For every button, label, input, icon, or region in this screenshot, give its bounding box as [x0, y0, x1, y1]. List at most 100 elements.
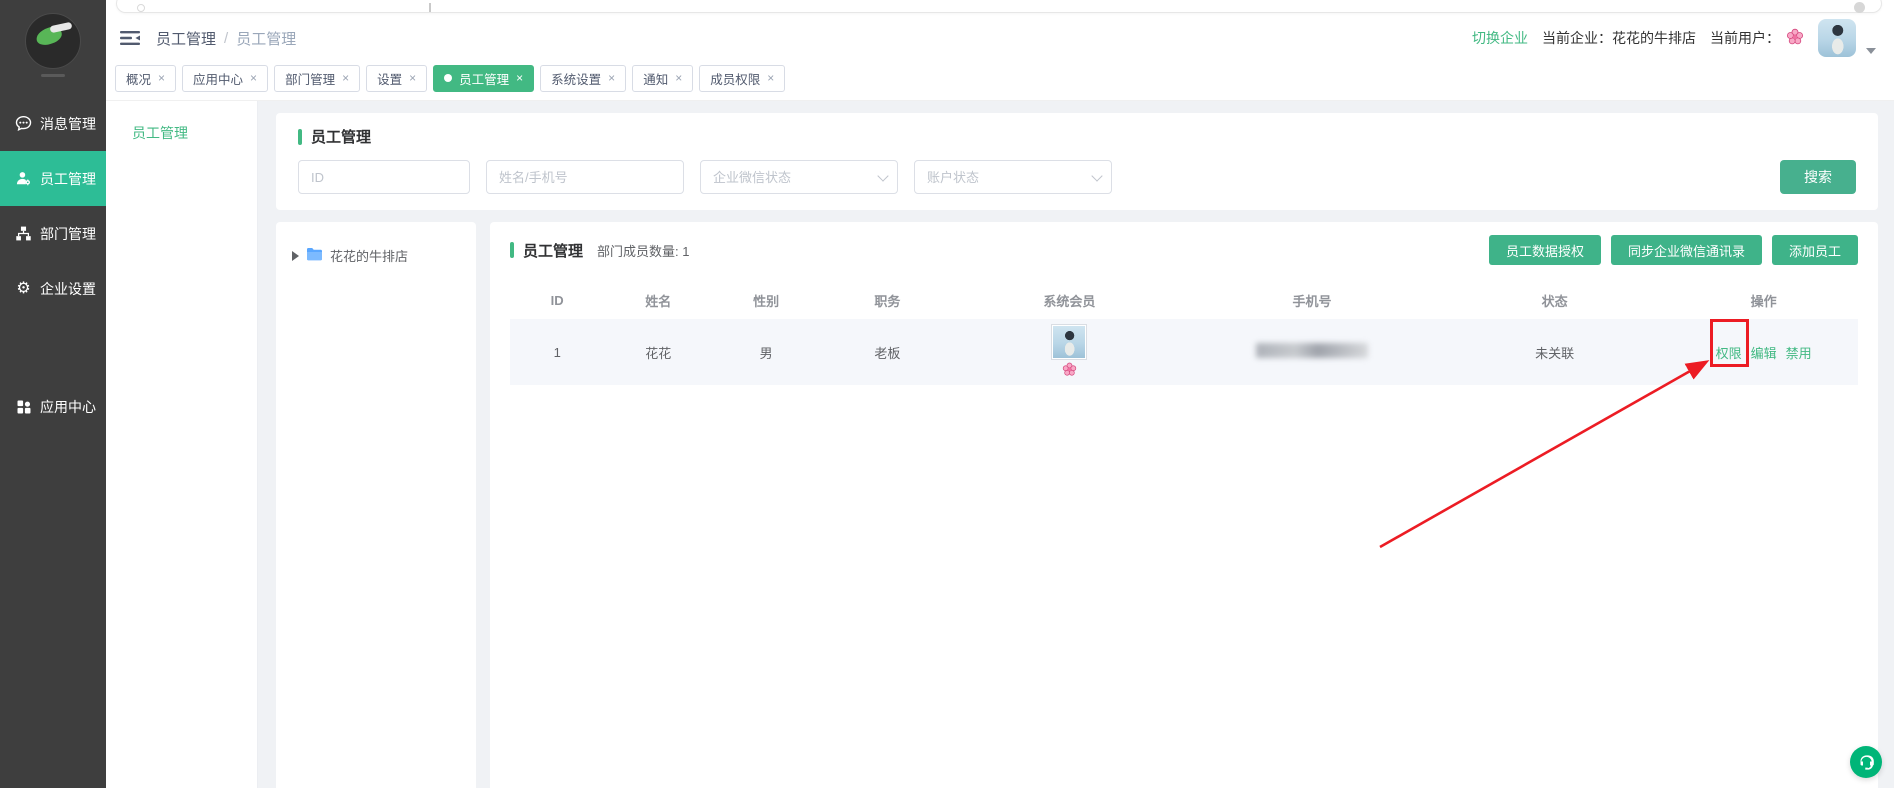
sync-wechat-contacts-button[interactable]: 同步企业微信通讯录 — [1611, 235, 1762, 265]
wechat-status-select-wrap — [700, 160, 898, 194]
cell-phone — [1184, 343, 1440, 361]
tab-label: 通知 — [643, 69, 668, 88]
tab-close-icon[interactable]: × — [767, 71, 774, 85]
sidebar-item-company-settings[interactable]: ⚙ 企业设置 — [0, 261, 106, 316]
sidebar-collapse-icon[interactable] — [120, 29, 140, 47]
tab-close-icon[interactable]: × — [675, 71, 682, 85]
sidebar-item-departments[interactable]: 部门管理 — [0, 206, 106, 261]
main-area: 员工管理 / 员工管理 切换企业 当前企业：花花的牛排店 当前用户： 概况× 应… — [106, 0, 1894, 788]
tab-label: 部门管理 — [285, 69, 335, 88]
current-company-label: 当前企业： — [1542, 30, 1612, 46]
sidebar-item-label: 企业设置 — [40, 279, 96, 299]
col-header-position: 职务 — [820, 291, 955, 310]
wechat-status-select[interactable] — [700, 160, 898, 194]
browser-overlay-strip — [116, 0, 1882, 13]
breadcrumb-current: 员工管理 — [236, 28, 296, 49]
search-button[interactable]: 搜索 — [1780, 160, 1856, 194]
workspace: 员工管理 搜索 — [258, 101, 1894, 788]
logo-dash — [41, 74, 65, 77]
id-input[interactable] — [298, 160, 470, 194]
col-header-name: 姓名 — [604, 291, 712, 310]
tree-node-root[interactable]: 花花的牛排店 — [292, 246, 466, 265]
cell-member — [955, 324, 1184, 380]
active-tab-dot — [444, 74, 452, 82]
customer-service-button[interactable] — [1850, 746, 1882, 778]
content-row: 员工管理 员工管理 — [106, 100, 1894, 788]
cell-actions: 权限 编辑 禁用 — [1669, 343, 1858, 362]
name-phone-input[interactable] — [486, 160, 684, 194]
table-header-row: ID 姓名 性别 职务 系统会员 手机号 状态 操作 — [510, 281, 1858, 319]
sidebar-item-label: 消息管理 — [40, 114, 96, 134]
headset-icon — [1857, 753, 1876, 772]
sidebar-item-label: 员工管理 — [40, 169, 96, 189]
overlay-circle — [137, 4, 145, 12]
tab-close-icon[interactable]: × — [516, 71, 523, 85]
sidebar-nav: 消息管理 员工管理 部门管理 ⚙ 企业设置 — [0, 96, 106, 434]
lower-panels: 花花的牛排店 员工管理 部门成员数量: 1 员工数据授权 同步企业微信通讯录 添… — [276, 222, 1878, 788]
table-title: 员工管理 — [523, 240, 583, 261]
tab-employees-active[interactable]: 员工管理× — [433, 65, 534, 92]
submenu-item-employees[interactable]: 员工管理 — [132, 123, 257, 143]
edit-link[interactable]: 编辑 — [1751, 343, 1777, 362]
cell-name: 花花 — [604, 343, 712, 362]
user-menu-caret-icon[interactable] — [1866, 48, 1876, 54]
breadcrumb-parent[interactable]: 员工管理 — [156, 28, 216, 49]
table-action-buttons: 员工数据授权 同步企业微信通讯录 添加员工 — [1489, 235, 1858, 265]
sidebar-item-label: 部门管理 — [40, 224, 96, 244]
switch-company-link[interactable]: 切换企业 — [1472, 28, 1528, 48]
tab-close-icon[interactable]: × — [250, 71, 257, 85]
col-header-id: ID — [510, 293, 604, 308]
tab-departments[interactable]: 部门管理 × — [274, 65, 360, 92]
tab-label: 系统设置 — [551, 69, 601, 88]
account-status-select[interactable] — [914, 160, 1112, 194]
redacted-phone — [1256, 343, 1368, 358]
cherry-blossom-icon — [1062, 362, 1077, 380]
employee-table-card: 员工管理 部门成员数量: 1 员工数据授权 同步企业微信通讯录 添加员工 ID — [490, 222, 1878, 788]
disable-link[interactable]: 禁用 — [1786, 343, 1812, 362]
overlay-tick — [429, 3, 431, 12]
tab-label: 概况 — [126, 69, 151, 88]
tab-settings[interactable]: 设置 × — [366, 65, 427, 92]
col-header-status: 状态 — [1440, 291, 1669, 310]
tab-close-icon[interactable]: × — [409, 71, 416, 85]
cell-gender: 男 — [712, 343, 820, 362]
tree-expand-caret-icon[interactable] — [292, 251, 299, 261]
user-avatar[interactable] — [1818, 19, 1856, 57]
sidebar-item-messages[interactable]: 消息管理 — [0, 96, 106, 151]
sitemap-icon — [15, 225, 32, 242]
avatar-image — [1818, 19, 1856, 57]
logo-wrap — [0, 0, 106, 96]
cell-id: 1 — [510, 345, 604, 360]
tab-app-center[interactable]: 应用中心× — [182, 65, 268, 92]
gear-icon: ⚙ — [15, 280, 32, 297]
cherry-blossom-icon — [1786, 28, 1804, 49]
tab-system-settings[interactable]: 系统设置 × — [540, 65, 626, 92]
employee-data-auth-button[interactable]: 员工数据授权 — [1489, 235, 1601, 265]
member-count-value: 1 — [682, 244, 689, 259]
col-header-actions: 操作 — [1669, 291, 1858, 310]
cell-position: 老板 — [820, 343, 955, 362]
account-status-select-wrap — [914, 160, 1112, 194]
employee-table: ID 姓名 性别 职务 系统会员 手机号 状态 操作 1 — [510, 281, 1858, 385]
title-accent-bar — [298, 129, 302, 145]
tab-label: 设置 — [377, 69, 402, 88]
tab-overview[interactable]: 概况 × — [115, 65, 176, 92]
filter-title: 员工管理 — [311, 126, 371, 147]
tab-close-icon[interactable]: × — [342, 71, 349, 85]
add-employee-button[interactable]: 添加员工 — [1772, 235, 1858, 265]
tab-member-permissions[interactable]: 成员权限 × — [699, 65, 785, 92]
sidebar-item-employees[interactable]: 员工管理 — [0, 151, 106, 206]
tab-label: 成员权限 — [710, 69, 760, 88]
grid-squares-icon — [15, 398, 32, 415]
company-logo — [25, 13, 81, 69]
sidebar-item-app-center[interactable]: 应用中心 — [0, 379, 106, 434]
tab-close-icon[interactable]: × — [158, 71, 165, 85]
col-header-member: 系统会员 — [955, 291, 1184, 310]
tab-notifications[interactable]: 通知 × — [632, 65, 693, 92]
cell-status: 未关联 — [1440, 343, 1669, 362]
current-company: 当前企业：花花的牛排店 — [1542, 28, 1696, 48]
col-header-gender: 性别 — [712, 291, 820, 310]
table-row: 1 花花 男 老板 — [510, 319, 1858, 385]
permission-link[interactable]: 权限 — [1716, 346, 1742, 361]
tab-close-icon[interactable]: × — [608, 71, 615, 85]
